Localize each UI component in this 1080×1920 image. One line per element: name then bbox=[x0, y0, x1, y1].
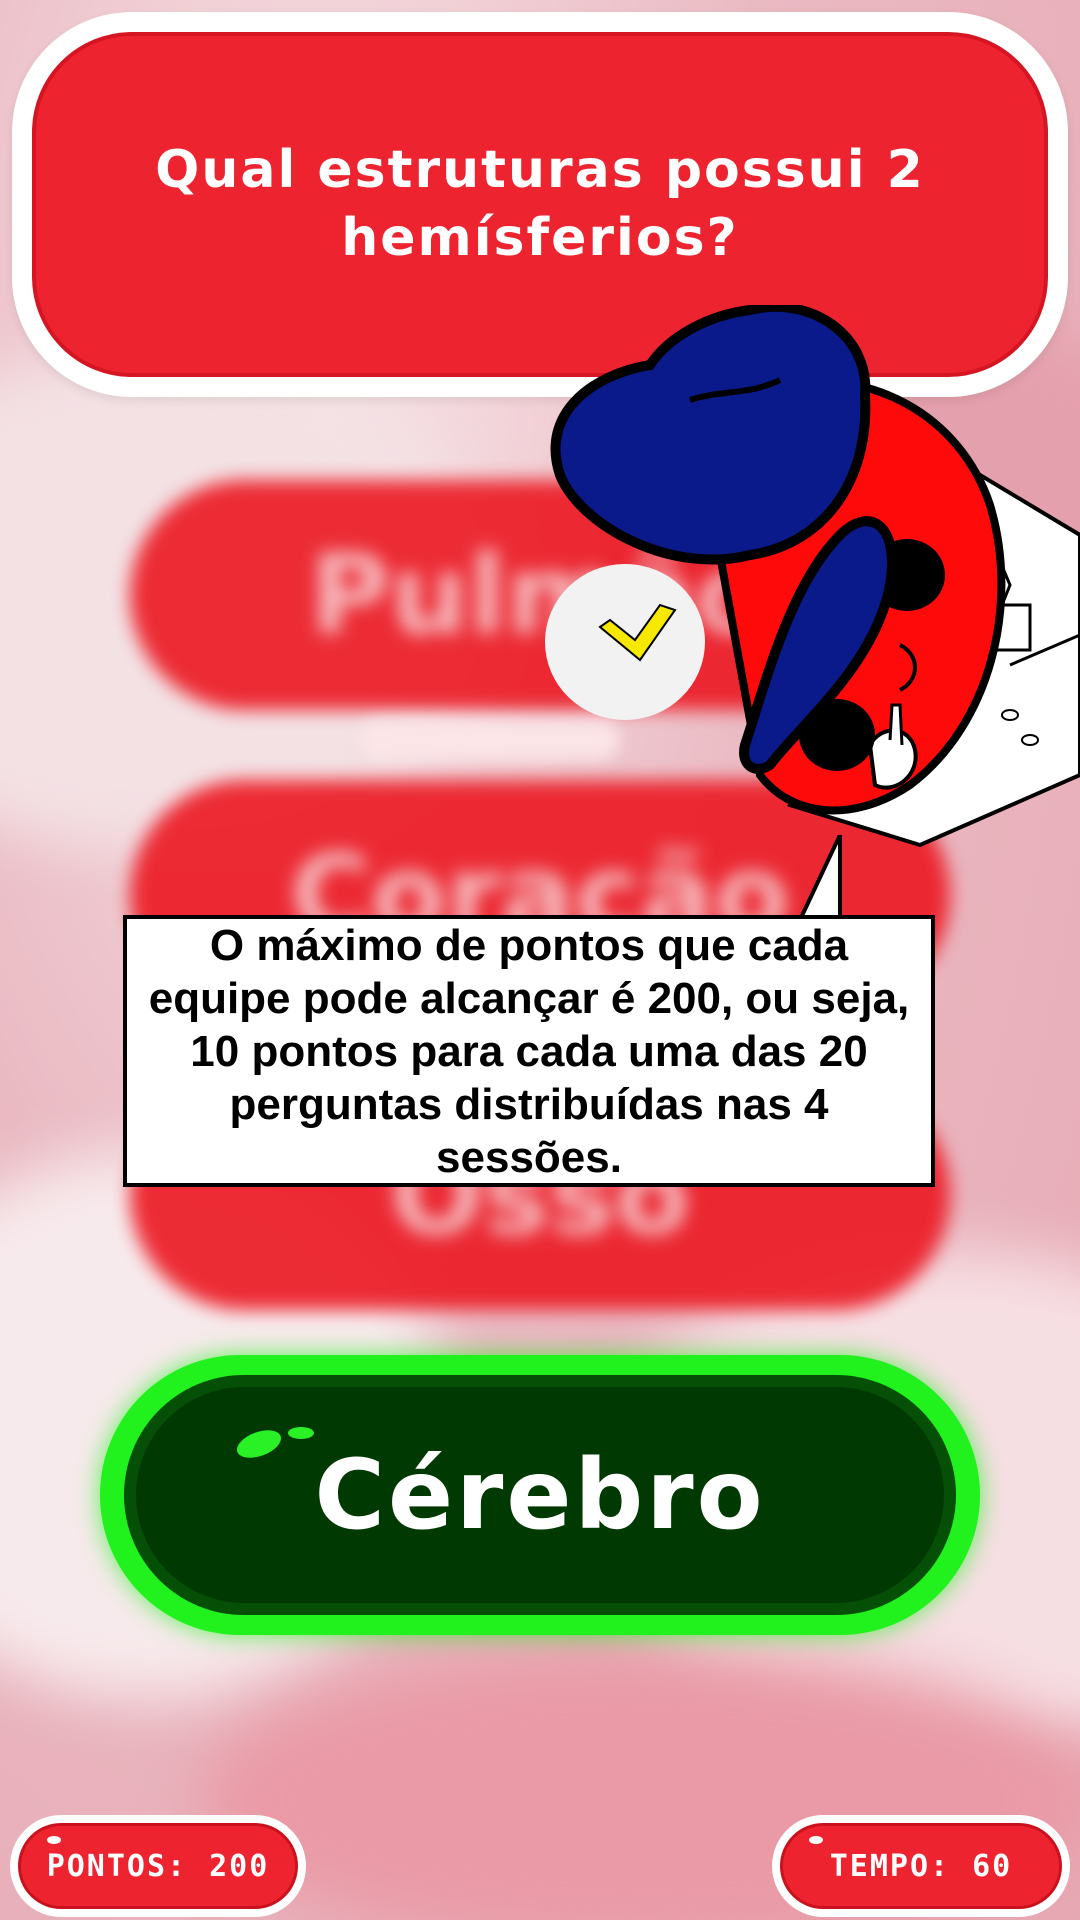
gloss-highlight bbox=[288, 1427, 314, 1439]
points-pill: PONTOS: 200 bbox=[18, 1823, 298, 1909]
time-display: TEMPO: 60 bbox=[772, 1815, 1070, 1917]
speech-bubble-tail bbox=[798, 835, 842, 920]
points-display: PONTOS: 200 bbox=[10, 1815, 306, 1917]
correct-answer-button[interactable]: Cérebro bbox=[100, 1355, 980, 1635]
speech-bubble: O máximo de pontos que cada equipe pode … bbox=[123, 915, 935, 1187]
time-label: TEMPO: bbox=[829, 1848, 951, 1884]
correct-answer-label: Cérebro bbox=[314, 1439, 766, 1551]
speech-bubble-text: O máximo de pontos que cada equipe pode … bbox=[148, 920, 910, 1182]
correct-answer-inner: Cérebro bbox=[124, 1375, 956, 1615]
points-label: PONTOS: bbox=[46, 1848, 188, 1884]
mascot-character bbox=[545, 305, 1080, 848]
gloss-highlight bbox=[233, 1424, 285, 1464]
time-value: 60 bbox=[972, 1848, 1013, 1884]
time-pill: TEMPO: 60 bbox=[780, 1823, 1062, 1909]
question-text: Qual estruturas possui 2 hemísferios? bbox=[155, 139, 925, 268]
points-value: 200 bbox=[209, 1848, 270, 1884]
mascot-cap bbox=[550, 305, 871, 565]
